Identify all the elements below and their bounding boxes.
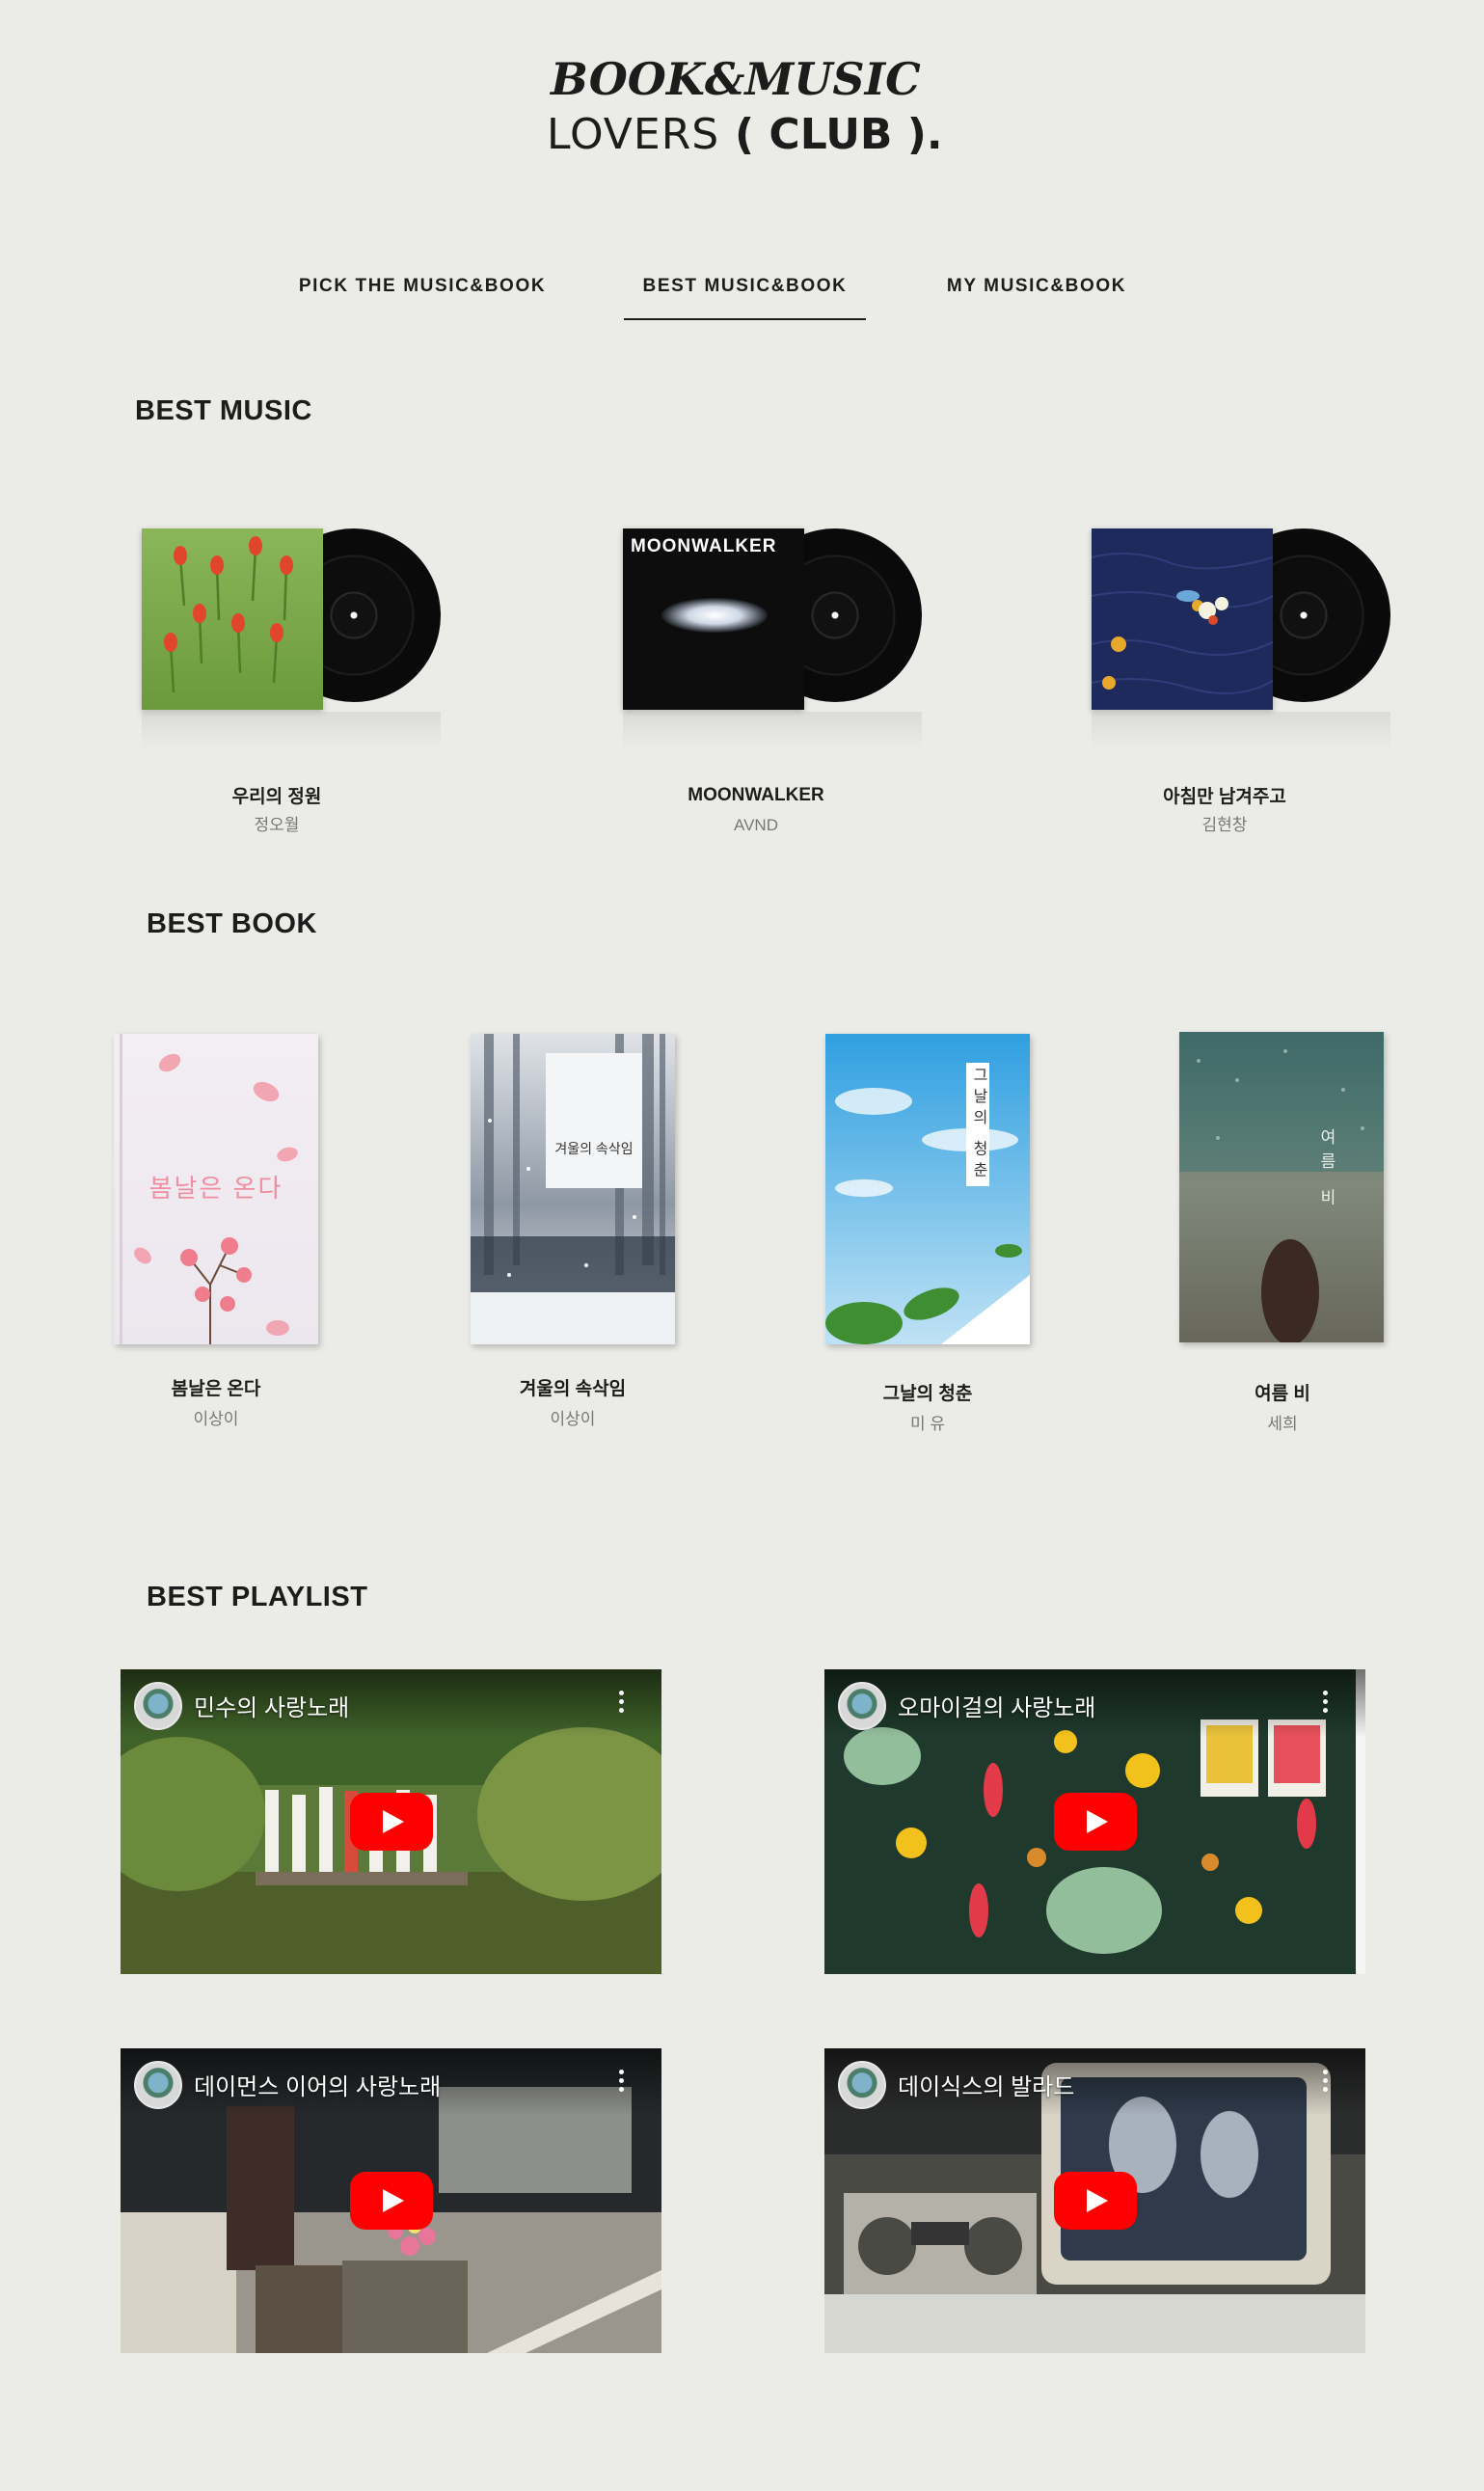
book-author: 이상이 — [550, 1410, 596, 1428]
channel-avatar[interactable] — [838, 2061, 886, 2109]
play-button[interactable] — [349, 1793, 433, 1851]
book-cover-text: 여름 비 — [1317, 1128, 1336, 1213]
music-artist: 정오월 — [254, 816, 300, 834]
music-title: 아침만 남겨주고 — [1163, 787, 1286, 807]
cover-reflection — [1092, 712, 1390, 750]
best-music-heading: BEST MUSIC — [135, 395, 312, 426]
music-card[interactable]: 우리의 정원 정오월 — [142, 528, 441, 847]
video-player[interactable]: 데이식스의 발라드 — [824, 2048, 1365, 2353]
album-cover — [1092, 528, 1273, 710]
music-title: 우리의 정원 — [231, 787, 322, 807]
play-button[interactable] — [1053, 1793, 1137, 1851]
logo-line2a: LOVERS — [547, 110, 719, 159]
album-cover — [142, 528, 323, 710]
video-title[interactable]: 데이식스의 발라드 — [898, 2068, 1074, 2101]
cover-text: MOONWALKER — [631, 536, 777, 556]
music-artist: 김현창 — [1201, 816, 1248, 834]
channel-avatar[interactable] — [838, 1682, 886, 1730]
cover-light — [661, 598, 768, 633]
book-author: 이상이 — [193, 1410, 239, 1428]
more-options-icon[interactable] — [619, 2070, 625, 2093]
more-options-icon[interactable] — [1323, 2070, 1329, 2093]
cover-reflection — [142, 712, 441, 750]
video-title[interactable]: 데이먼스 이어의 사랑노래 — [194, 2068, 441, 2101]
video-title[interactable]: 오마이걸의 사랑노래 — [898, 1689, 1095, 1722]
best-playlist-heading: BEST PLAYLIST — [147, 1582, 368, 1612]
play-button[interactable] — [349, 2172, 433, 2230]
more-options-icon[interactable] — [619, 1691, 625, 1714]
book-title: 그날의 청춘 — [882, 1384, 973, 1404]
site-logo[interactable]: BOOK&MUSIC LOVERS ( CLUB ). — [547, 53, 952, 162]
logo-line2b: ( CLUB ). — [735, 110, 943, 159]
book-author: 세희 — [1267, 1415, 1298, 1433]
book-cover[interactable]: 겨울의 속삭임 — [471, 1034, 675, 1344]
book-cover-text: 그날의 청춘 — [966, 1063, 989, 1186]
cover-reflection — [623, 712, 922, 750]
book-title: 봄날은 온다 — [171, 1379, 261, 1399]
music-card[interactable]: MOONWALKER MOONWALKER AVND — [623, 528, 922, 847]
music-card[interactable]: 아침만 남겨주고 김현창 — [1092, 528, 1390, 847]
book-cover[interactable]: 봄날은 온다 — [114, 1034, 318, 1344]
album-cover: MOONWALKER — [623, 528, 804, 710]
tab-my-music-book[interactable]: MY MUSIC&BOOK — [926, 276, 1147, 318]
video-player[interactable]: 오마이걸의 사랑노래 — [824, 1669, 1365, 1974]
music-title: MOONWALKER — [688, 785, 824, 805]
channel-avatar[interactable] — [134, 1682, 182, 1730]
book-cover[interactable]: 그날의 청춘 — [825, 1034, 1030, 1344]
video-player[interactable]: 데이먼스 이어의 사랑노래 — [121, 2048, 661, 2353]
book-cover-text: 봄날은 온다 — [148, 1174, 283, 1203]
video-title[interactable]: 민수의 사랑노래 — [194, 1689, 349, 1722]
book-cover[interactable]: 여름 비 — [1179, 1032, 1384, 1342]
tab-best-music-book[interactable]: BEST MUSIC&BOOK — [624, 276, 866, 320]
more-options-icon[interactable] — [1323, 1691, 1329, 1714]
logo-mark: BOOK&MUSIC LOVERS ( CLUB ). — [547, 53, 943, 159]
logo-line1: BOOK&MUSIC — [549, 56, 921, 105]
channel-avatar[interactable] — [134, 2061, 182, 2109]
video-player[interactable]: 민수의 사랑노래 — [121, 1669, 661, 1974]
book-author: 미 유 — [909, 1415, 945, 1433]
book-cover-text: 겨울의 속삭임 — [554, 1141, 634, 1156]
tab-pick-the-music-book[interactable]: PICK THE MUSIC&BOOK — [289, 276, 555, 318]
best-book-heading: BEST BOOK — [147, 908, 317, 939]
play-button[interactable] — [1053, 2172, 1137, 2230]
book-title: 여름 비 — [1255, 1384, 1310, 1404]
music-artist: AVND — [734, 816, 778, 834]
book-title: 겨울의 속삭임 — [519, 1379, 627, 1399]
